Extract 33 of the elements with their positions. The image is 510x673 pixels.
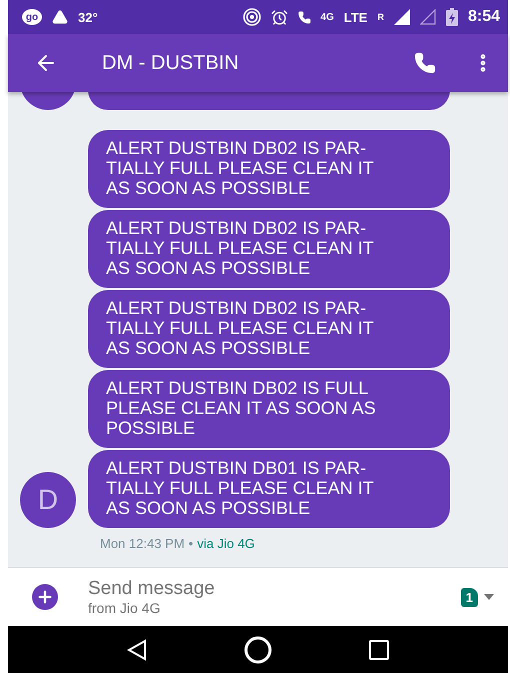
attach-button[interactable] — [32, 584, 58, 610]
recents-button[interactable] — [367, 638, 391, 662]
message-bubble: ALERT DUSTBIN DB01 IS PAR-TIALLY FULL PLEASE CLEAN IT AS SOON AS POSSIBLE — [88, 450, 450, 528]
message-field[interactable]: Send message from Jio 4G — [88, 578, 431, 616]
clock: 8:54 — [468, 8, 500, 26]
app-badge: go — [22, 9, 42, 25]
message-bubble: ALERT DUSTBIN DB02 IS FULL PLEASE CLEAN IT AS SOON AS POSSIBLE — [88, 370, 450, 448]
temperature: 32° — [78, 10, 98, 24]
carrier-label: via Jio 4G — [197, 536, 255, 551]
triangle-icon — [52, 9, 68, 25]
hotspot-icon — [242, 8, 261, 26]
battery-icon — [446, 8, 458, 26]
message-time: Mon 12:43 PM — [100, 536, 185, 551]
separator-dot: • — [188, 536, 194, 551]
signal-icon — [420, 9, 436, 25]
home-button[interactable] — [243, 634, 273, 664]
message-bubble: ALERT DUSTBIN DB02 IS PAR-TIALLY FULL PLEASE CLEAN IT AS SOON AS POSSIBLE — [88, 210, 450, 288]
back-nav-button[interactable] — [125, 638, 149, 662]
signal-icon — [394, 9, 410, 25]
sim-subtitle: from Jio 4G — [88, 600, 162, 616]
caret-icon — [484, 594, 494, 600]
phone-icon — [298, 10, 311, 24]
plus-icon — [36, 588, 54, 606]
avatar: D — [20, 472, 76, 528]
placeholder: Send message — [88, 578, 216, 600]
message-bubble: ALERT DUSTBIN DB02 IS PAR-TIALLY FULL PLEASE CLEAN IT AS SOON AS POSSIBLE — [88, 290, 450, 368]
network-type: 4G — [320, 12, 334, 22]
roaming-label: R — [377, 12, 384, 22]
phone-icon[interactable] — [414, 52, 436, 74]
lte-label: LTE — [344, 10, 368, 24]
message-bubble: ALERT DUSTBIN DB02 IS PAR-TIALLY FULL PLEASE CLEAN IT AS SOON AS POSSIBLE — [88, 130, 450, 208]
conversation-title: DM - DUSTBIN — [102, 52, 240, 74]
alarm-icon — [270, 8, 288, 26]
